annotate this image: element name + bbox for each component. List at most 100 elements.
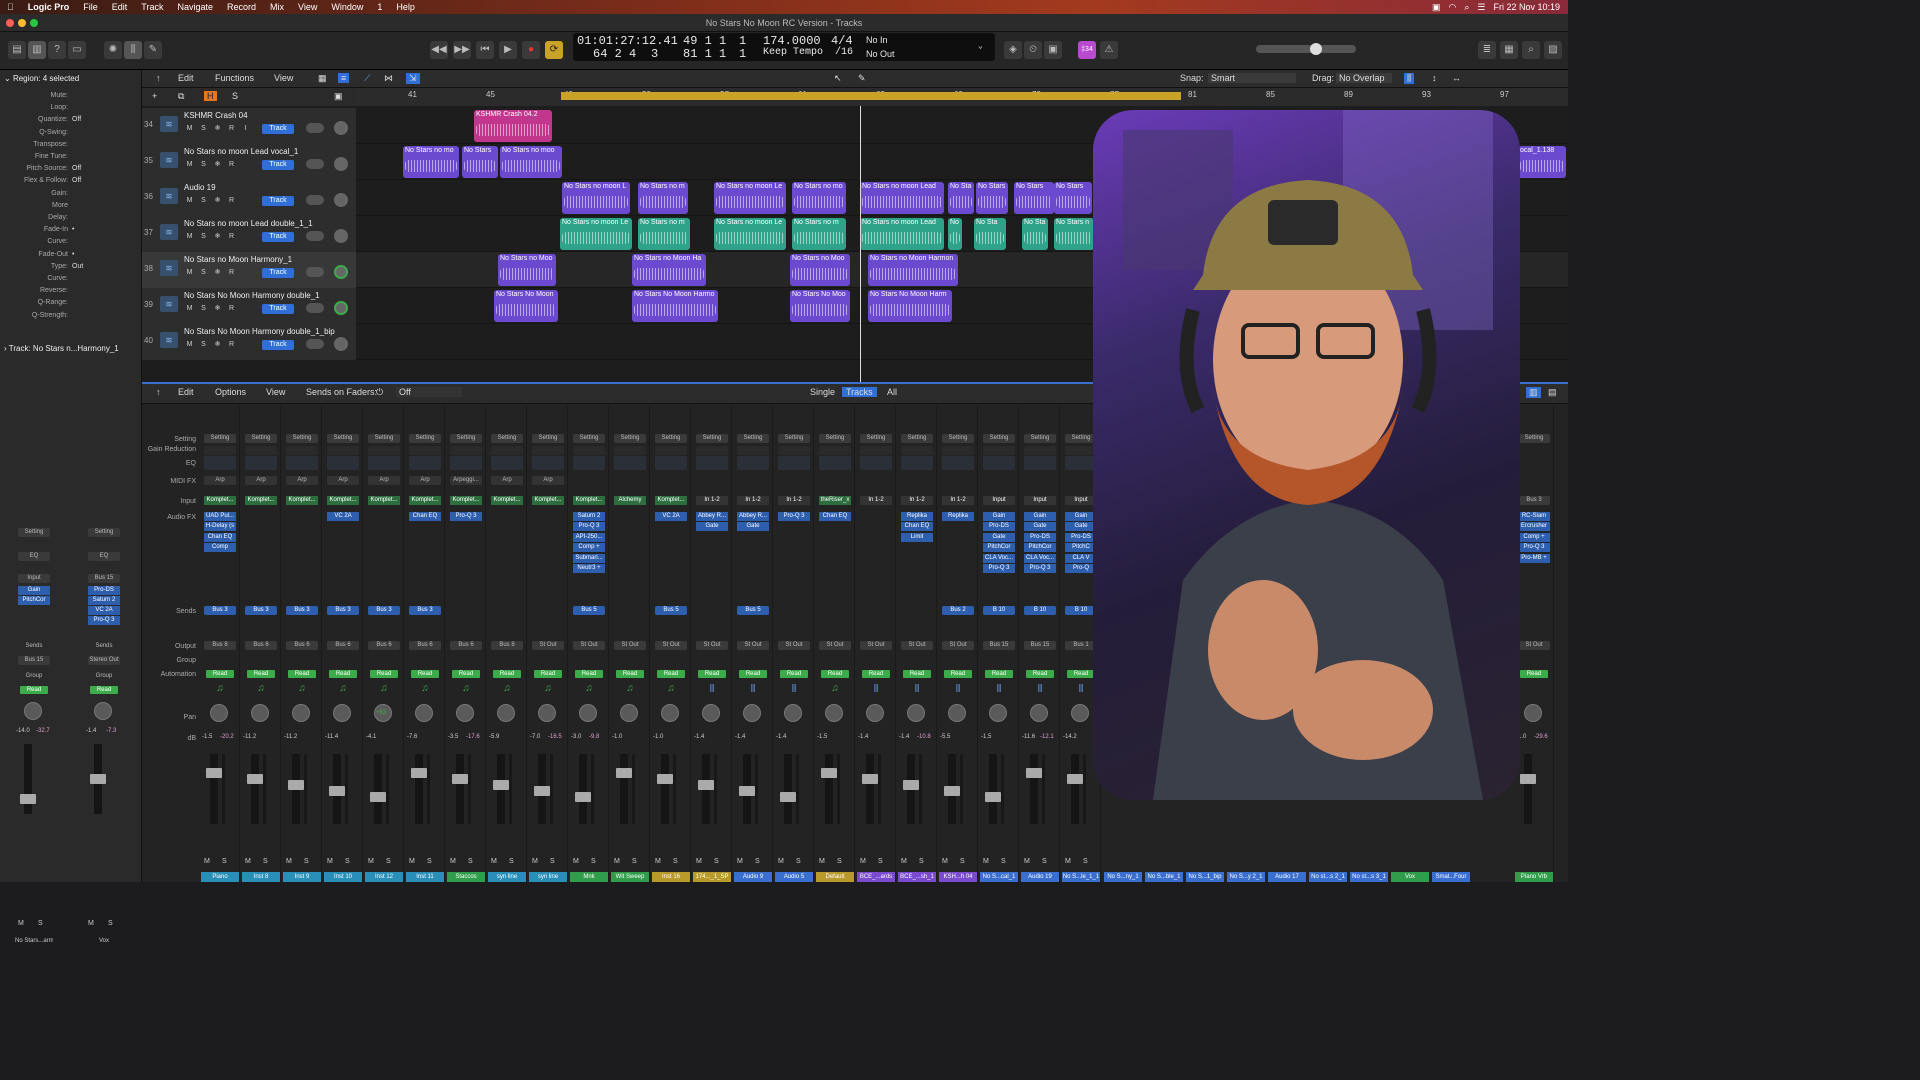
eq-thumbnail[interactable] bbox=[778, 456, 810, 470]
automation-read-button[interactable]: Read bbox=[903, 670, 931, 678]
warning-icon[interactable]: ⚠ bbox=[1100, 41, 1118, 59]
pan-knob[interactable] bbox=[24, 702, 42, 720]
volume-fader-cap[interactable] bbox=[739, 786, 755, 796]
track-alternative-button[interactable]: Track bbox=[262, 304, 294, 314]
audio-region[interactable]: No Stars no Moo bbox=[498, 254, 556, 286]
pan-knob[interactable] bbox=[538, 704, 556, 722]
automation-read-button[interactable]: Read bbox=[575, 670, 603, 678]
audio-region[interactable]: No Stars no Moon Ha bbox=[632, 254, 706, 286]
volume-fader-track[interactable] bbox=[620, 754, 628, 824]
audio-region[interactable]: No Stars No Moon Harm bbox=[868, 290, 952, 322]
tracks-view-button[interactable]: Tracks bbox=[842, 387, 877, 397]
power-icon[interactable]: ⏻ bbox=[376, 387, 383, 398]
apple-icon[interactable]:  bbox=[0, 2, 21, 12]
volume-fader-track[interactable] bbox=[1071, 754, 1079, 824]
plugin-slot[interactable]: Pro-Q 3 bbox=[450, 512, 482, 521]
menu-window[interactable]: Window bbox=[324, 2, 370, 12]
audio-region[interactable]: No Stars No Moon bbox=[494, 290, 558, 322]
volume-fader-cap[interactable] bbox=[1520, 774, 1536, 784]
solo-button[interactable]: S bbox=[591, 858, 596, 865]
inspector-row[interactable]: Delay: bbox=[0, 214, 140, 226]
plugin-slot[interactable]: Gate bbox=[1024, 522, 1056, 532]
freeze-button[interactable]: ❄ bbox=[212, 304, 223, 314]
solo-button[interactable]: S bbox=[198, 232, 209, 242]
input-slot[interactable]: Alchemy bbox=[614, 496, 646, 505]
plugin-slot[interactable]: VC 2A bbox=[88, 606, 120, 615]
send-slot[interactable]: Bus 3 bbox=[245, 606, 277, 615]
track-pan-knob[interactable] bbox=[334, 121, 348, 135]
pan-knob[interactable] bbox=[866, 704, 884, 722]
input-slot[interactable]: Komplet... bbox=[368, 496, 400, 505]
midi-fx-slot[interactable]: Arp bbox=[327, 476, 359, 485]
pan-knob[interactable] bbox=[251, 704, 269, 722]
plugin-slot[interactable]: Pro-DS bbox=[88, 586, 120, 595]
snap-select[interactable]: Smart bbox=[1208, 73, 1296, 83]
mute-button[interactable]: M bbox=[983, 858, 989, 865]
mixer-edit-menu[interactable]: Edit bbox=[178, 387, 194, 397]
track-name[interactable]: No Stars No Moon Harmony double_1_bip bbox=[184, 327, 354, 336]
output-slot[interactable]: St Out bbox=[737, 641, 769, 650]
mute-button[interactable]: M bbox=[184, 160, 195, 170]
plugin-slot[interactable]: Ercrusher bbox=[1518, 522, 1550, 532]
pan-knob[interactable] bbox=[1071, 704, 1089, 722]
pan-knob[interactable] bbox=[784, 704, 802, 722]
volume-fader-cap[interactable] bbox=[616, 768, 632, 778]
volume-fader-track[interactable] bbox=[866, 754, 874, 824]
plugin-slot[interactable]: Gain bbox=[983, 512, 1015, 521]
pan-knob[interactable] bbox=[661, 704, 679, 722]
menu-one[interactable]: 1 bbox=[370, 2, 389, 12]
automation-read-button[interactable]: Read bbox=[944, 670, 972, 678]
audio-region[interactable]: No Stars no moo bbox=[500, 146, 562, 178]
menu-app-name[interactable]: Logic Pro bbox=[21, 2, 77, 12]
plugin-slot[interactable]: Gate bbox=[983, 532, 1015, 542]
pan-knob[interactable] bbox=[210, 704, 228, 722]
inspector-row[interactable]: Quantize: Off bbox=[0, 116, 140, 128]
mute-button[interactable]: M bbox=[942, 858, 948, 865]
send-slot[interactable]: Bus 3 bbox=[409, 606, 441, 615]
pan-knob[interactable] bbox=[989, 704, 1007, 722]
automation-read-button[interactable]: Read bbox=[90, 686, 118, 694]
audio-region[interactable]: No Sta bbox=[948, 182, 974, 214]
plugin-slot[interactable]: Saturn 2 bbox=[573, 512, 605, 521]
plugin-slot[interactable]: Chan EQ bbox=[819, 512, 851, 521]
menu-file[interactable]: File bbox=[76, 2, 105, 12]
output-slot[interactable]: St Out bbox=[901, 641, 933, 650]
plugin-slot[interactable]: Abbey R... bbox=[737, 512, 769, 521]
plugin-slot[interactable]: Pro-Q 3 bbox=[1024, 564, 1056, 573]
mute-button[interactable]: M bbox=[860, 858, 866, 865]
audio-region[interactable]: No Stars bbox=[1014, 182, 1054, 214]
send-slot[interactable]: Bus 3 bbox=[327, 606, 359, 615]
input-slot[interactable]: Komplet... bbox=[327, 496, 359, 505]
solo-button[interactable]: S bbox=[198, 268, 209, 278]
track-name[interactable]: No Stars no Moon Harmony_1 bbox=[184, 255, 354, 264]
send-slot[interactable]: Bus 3 bbox=[204, 606, 236, 615]
inspector-row[interactable]: Mute: bbox=[0, 92, 140, 104]
volume-fader-cap[interactable] bbox=[1067, 774, 1083, 784]
track-volume-slider[interactable] bbox=[306, 231, 324, 241]
output-slot[interactable]: Bus 15 bbox=[1024, 641, 1056, 650]
wide-strips-icon[interactable]: ▤ bbox=[1548, 387, 1557, 398]
send-slot[interactable]: Bus 3 bbox=[286, 606, 318, 615]
output-slot[interactable]: St Out bbox=[942, 641, 974, 650]
plugin-slot[interactable]: RC-Slam bbox=[1518, 512, 1550, 521]
eq-thumbnail[interactable] bbox=[532, 456, 564, 470]
inspector-row[interactable]: Gain: bbox=[0, 190, 140, 202]
send-slot[interactable]: Bus 3 bbox=[368, 606, 400, 615]
automation-read-button[interactable]: Read bbox=[247, 670, 275, 678]
volume-fader-cap[interactable] bbox=[20, 794, 36, 804]
audio-region[interactable]: No Stars no m bbox=[792, 218, 846, 250]
solo-button[interactable]: S bbox=[108, 920, 113, 927]
output-slot[interactable]: Bus 6 bbox=[327, 641, 359, 650]
notepad-icon[interactable]: ▦ bbox=[1500, 41, 1518, 59]
record-enable-button[interactable]: R bbox=[226, 124, 237, 134]
lcd-display[interactable]: 01:01:27:12.41 64 2 4 3 49 1 1 1 81 1 1 … bbox=[573, 33, 995, 61]
mute-button[interactable]: M bbox=[184, 340, 195, 350]
input-slot[interactable]: In 1-2 bbox=[737, 496, 769, 505]
mute-button[interactable]: M bbox=[819, 858, 825, 865]
pan-knob[interactable] bbox=[94, 702, 112, 720]
volume-fader-cap[interactable] bbox=[1026, 768, 1042, 778]
input-slot[interactable]: Input bbox=[1024, 496, 1056, 505]
cycle-range[interactable] bbox=[561, 92, 1181, 100]
track-volume-slider[interactable] bbox=[306, 159, 324, 169]
solo-button[interactable]: S bbox=[345, 858, 350, 865]
